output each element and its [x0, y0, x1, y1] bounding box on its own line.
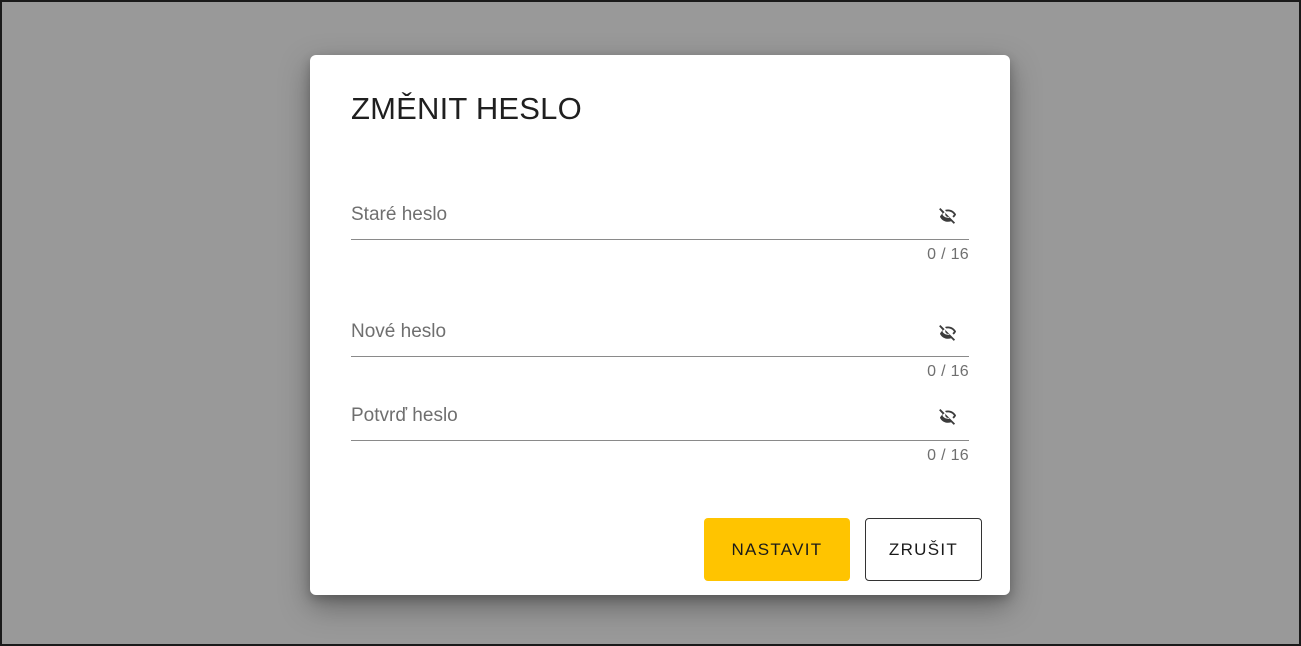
eye-off-icon[interactable] — [937, 204, 959, 226]
old-password-underline — [351, 239, 969, 240]
new-password-counter: 0 / 16 — [927, 363, 969, 380]
new-password-input[interactable] — [351, 315, 931, 349]
eye-off-icon[interactable] — [937, 321, 959, 343]
old-password-counter: 0 / 16 — [927, 246, 969, 263]
new-password-underline — [351, 356, 969, 357]
set-password-button[interactable]: NASTAVIT — [704, 518, 850, 581]
dialog-title: ZMĚNIT HESLO — [351, 91, 582, 126]
cancel-button[interactable]: ZRUŠIT — [865, 518, 982, 581]
change-password-dialog: ZMĚNIT HESLO Staré heslo 0 / 16 Nové hes… — [310, 55, 1010, 595]
old-password-input[interactable] — [351, 198, 931, 232]
confirm-password-underline — [351, 440, 969, 441]
confirm-password-counter: 0 / 16 — [927, 447, 969, 464]
confirm-password-input[interactable] — [351, 399, 931, 433]
eye-off-icon[interactable] — [937, 405, 959, 427]
